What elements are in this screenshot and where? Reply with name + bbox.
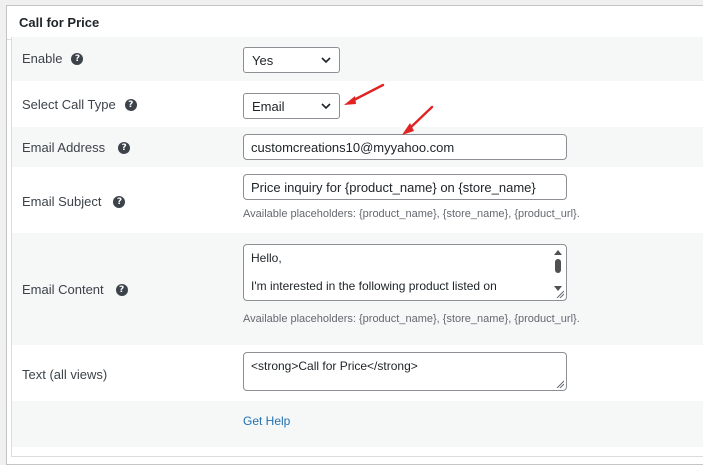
call-type-select[interactable]: Email (243, 93, 340, 119)
resize-handle-icon[interactable] (556, 380, 564, 388)
question-icon[interactable]: ? (115, 283, 128, 296)
chevron-down-icon (321, 103, 331, 110)
call-type-label: Select Call Type ? (22, 97, 137, 112)
email-subject-label-text: Email Subject (22, 194, 102, 209)
email-subject-hint: Available placeholders: {product_name}, … (243, 208, 580, 220)
row-email-content: Email Content ? Hello, I'm interested in… (12, 233, 703, 345)
call-type-label-text: Select Call Type (22, 97, 116, 112)
annotation-arrow-icon (344, 83, 385, 105)
enable-label: Enable ? (22, 51, 84, 66)
email-subject-input[interactable]: Price inquiry for {product_name} on {sto… (243, 174, 567, 200)
question-icon[interactable]: ? (113, 195, 126, 208)
question-icon[interactable]: ? (118, 141, 131, 154)
email-content-line2: I'm interested in the following product … (251, 279, 497, 293)
call-type-select-value: Email (252, 98, 285, 114)
row-enable: Enable ? Yes (12, 37, 703, 81)
email-address-label: Email Address ? (22, 140, 131, 155)
email-content-label: Email Content ? (22, 282, 128, 297)
email-address-value: customcreations10@myyahoo.com (251, 139, 455, 155)
email-content-line1: Hello, (251, 251, 282, 265)
email-content-textarea[interactable]: Hello, I'm interested in the following p… (243, 244, 567, 301)
row-email-subject: Email Subject ? Price inquiry for {produ… (12, 167, 703, 233)
chevron-down-icon (321, 57, 331, 64)
question-icon[interactable]: ? (71, 52, 84, 65)
get-help-link[interactable]: Get Help (243, 414, 290, 428)
text-all-views-label: Text (all views) (22, 367, 107, 382)
row-email-address: Email Address ? customcreations10@myyaho… (12, 127, 703, 167)
question-icon[interactable]: ? (124, 98, 137, 111)
enable-select[interactable]: Yes (243, 47, 340, 73)
panel-header: Call for Price (7, 6, 703, 40)
row-text-all-views: Text (all views) <strong>Call for Price<… (12, 345, 703, 401)
text-all-views-label-text: Text (all views) (22, 367, 108, 382)
email-subject-label: Email Subject ? (22, 194, 126, 209)
text-all-views-value: <strong>Call for Price</strong> (251, 359, 418, 373)
enable-select-value: Yes (252, 52, 274, 68)
row-get-help: Get Help (12, 401, 703, 447)
enable-label-text: Enable (22, 51, 63, 66)
email-address-label-text: Email Address (22, 140, 106, 155)
email-content-hint: Available placeholders: {product_name}, … (243, 313, 580, 325)
annotation-arrow-icon (402, 105, 434, 135)
text-all-views-textarea[interactable]: <strong>Call for Price</strong> (243, 352, 567, 391)
email-content-label-text: Email Content (22, 282, 104, 297)
panel-title: Call for Price (19, 15, 100, 30)
resize-handle-icon[interactable] (556, 290, 564, 298)
email-subject-value: Price inquiry for {product_name} on {sto… (251, 179, 536, 195)
